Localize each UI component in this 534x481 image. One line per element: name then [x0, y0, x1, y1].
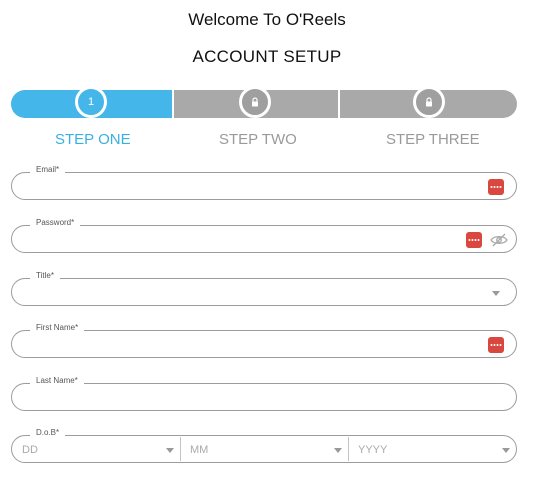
dob-month-placeholder: MM [190, 444, 209, 456]
first-name-label: First Name* [30, 323, 85, 332]
dob-day-select[interactable]: DD [12, 436, 180, 462]
first-name-field[interactable]: First Name* [11, 323, 517, 358]
lock-icon [426, 97, 432, 107]
step-three-label[interactable]: STEP THREE [386, 131, 480, 148]
password-manager-icon[interactable] [488, 179, 504, 195]
password-label: Password* [30, 218, 81, 227]
eye-slash-icon[interactable] [490, 233, 508, 247]
dob-month-select[interactable]: MM [181, 436, 348, 462]
step-two-label[interactable]: STEP TWO [219, 131, 297, 148]
dob-year-select[interactable]: YYYY [349, 436, 516, 462]
password-manager-icon[interactable] [466, 232, 482, 248]
chevron-down-icon [166, 448, 174, 453]
step-one-indicator[interactable]: 1 [75, 86, 107, 118]
chevron-down-icon [334, 448, 342, 453]
page-title: ACCOUNT SETUP [192, 47, 342, 66]
title-select[interactable]: Title* [11, 271, 517, 306]
email-field[interactable]: Email* [11, 165, 517, 200]
step-one-label[interactable]: STEP ONE [55, 131, 131, 148]
password-manager-icon[interactable] [488, 337, 504, 353]
dob-day-placeholder: DD [22, 444, 38, 456]
password-field[interactable]: Password* [11, 218, 517, 253]
title-label: Title* [30, 271, 60, 280]
welcome-heading: Welcome To O'Reels [188, 10, 346, 29]
last-name-label: Last Name* [30, 376, 84, 385]
step-progress-bar: 1 [11, 86, 517, 118]
step-two-indicator[interactable] [239, 86, 271, 118]
step-three-indicator[interactable] [413, 86, 445, 118]
dob-year-placeholder: YYYY [358, 444, 388, 456]
lock-icon [252, 97, 258, 107]
dob-field: D.o.B* DD MM YYYY [11, 428, 517, 463]
email-label: Email* [30, 165, 66, 174]
chevron-down-icon [502, 448, 510, 453]
last-name-field[interactable]: Last Name* [11, 376, 517, 411]
step-one-number: 1 [87, 96, 95, 108]
chevron-down-icon [492, 291, 500, 296]
